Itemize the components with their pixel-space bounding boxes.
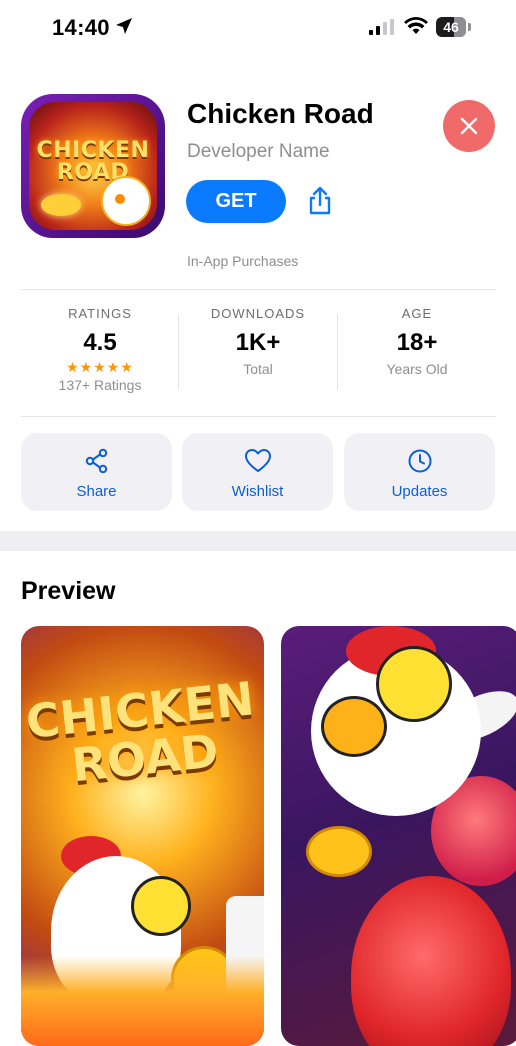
ratings-count: 137+ Ratings <box>58 377 142 393</box>
downloads-stat: DOWNLOADS 1K+ Total <box>179 300 337 377</box>
downloads-label: DOWNLOADS <box>210 306 306 321</box>
app-icon-logo: CHICKEN ROAD <box>36 138 150 185</box>
ratings-stat: RATINGS 4.5 ★★★★★ 137+ Ratings <box>21 300 179 393</box>
age-label: AGE <box>401 306 433 321</box>
status-bar: 14:40 46 <box>0 0 516 56</box>
section-separator <box>0 531 516 551</box>
wifi-icon <box>404 17 428 34</box>
preview-title: Preview <box>21 577 116 605</box>
age-sub: Years Old <box>386 361 448 377</box>
red-egg-graphic <box>351 876 511 1046</box>
cellular-signal-icon <box>369 19 394 35</box>
share-icon <box>85 448 107 474</box>
status-time: 14:40 <box>52 15 110 40</box>
chicken-graphic <box>101 176 151 226</box>
app-icon: CHICKEN ROAD <box>21 94 165 238</box>
heart-icon <box>244 449 271 472</box>
chicken-beak-graphic <box>321 696 387 757</box>
updates-button[interactable]: Updates <box>344 433 495 511</box>
preview-screenshot-2[interactable] <box>281 626 516 1046</box>
share-upload-icon[interactable] <box>307 186 333 216</box>
preview-screenshot-1[interactable]: CHICKEN ROAD <box>21 626 264 1046</box>
wishlist-button[interactable]: Wishlist <box>182 433 333 511</box>
ratings-value: 4.5 <box>83 329 117 356</box>
location-arrow-icon <box>116 18 132 34</box>
share-button[interactable]: Share <box>21 433 172 511</box>
downloads-sub: Total <box>243 361 273 377</box>
chicken-eye-graphic <box>376 646 452 722</box>
divider <box>21 289 496 290</box>
clock-icon <box>408 449 431 473</box>
share-label: Share <box>76 483 117 500</box>
divider <box>21 416 496 417</box>
battery-icon: 46 <box>436 17 472 37</box>
developer-name[interactable]: Developer Name <box>187 141 330 163</box>
chicken-eye-graphic <box>131 876 191 936</box>
in-app-purchases-label: In-App Purchases <box>187 253 299 269</box>
coin-graphic <box>306 826 372 877</box>
age-stat: AGE 18+ Years Old <box>338 300 496 377</box>
age-value: 18+ <box>396 329 438 356</box>
close-icon <box>460 117 478 135</box>
star-rating-icon: ★★★★★ <box>66 359 134 375</box>
egg-graphic <box>41 194 81 216</box>
preview-logo: CHICKEN ROAD <box>23 671 257 793</box>
close-button[interactable] <box>443 100 495 152</box>
wishlist-label: Wishlist <box>231 483 284 500</box>
get-button[interactable]: GET <box>186 180 286 223</box>
fire-graphic <box>21 956 264 1046</box>
downloads-value: 1K+ <box>235 329 281 356</box>
battery-level: 46 <box>443 19 459 35</box>
app-title: Chicken Road <box>187 98 374 129</box>
updates-label: Updates <box>391 483 448 500</box>
ratings-label: RATINGS <box>68 306 132 321</box>
